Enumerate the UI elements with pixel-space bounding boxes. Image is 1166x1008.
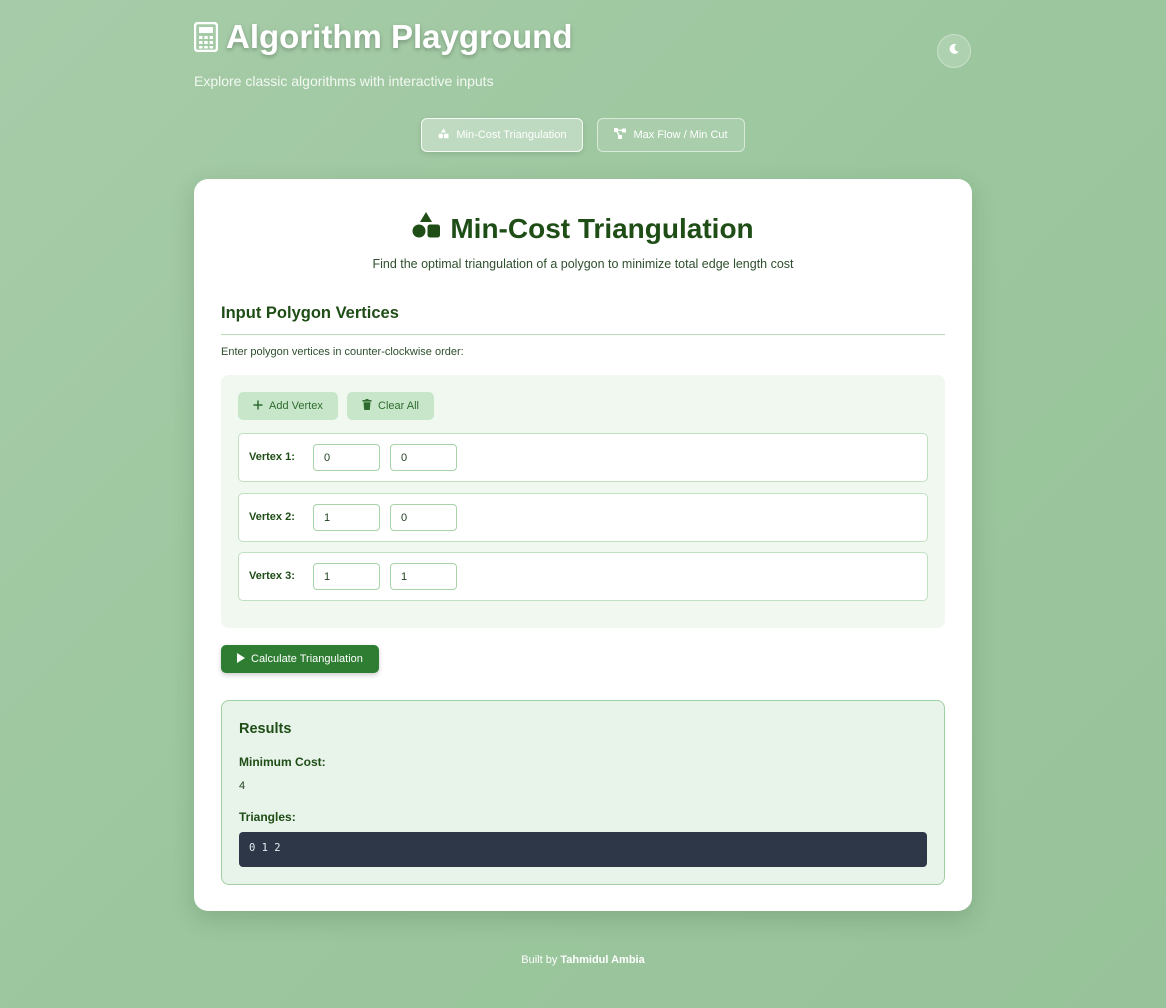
calculate-label: Calculate Triangulation <box>251 653 363 665</box>
app-title: Algorithm Playground <box>194 18 573 56</box>
vertex-label: Vertex 1: <box>249 451 295 463</box>
vertex-row: Vertex 2: <box>238 493 928 542</box>
clear-all-label: Clear All <box>378 400 419 412</box>
algorithm-card: Min-Cost Triangulation Find the optimal … <box>194 179 972 911</box>
shapes-icon <box>438 128 449 142</box>
vertex-x-input[interactable] <box>313 563 380 590</box>
results-panel: Results Minimum Cost: 4 Triangles: 0 1 2 <box>221 700 945 885</box>
calculator-icon <box>194 22 218 52</box>
plus-icon <box>253 400 263 413</box>
app-title-text: Algorithm Playground <box>226 18 573 55</box>
calculate-triangulation-button[interactable]: Calculate Triangulation <box>221 645 379 673</box>
moon-icon <box>948 42 960 60</box>
vertex-y-input[interactable] <box>390 563 457 590</box>
min-cost-value: 4 <box>239 780 246 792</box>
card-title-text: Min-Cost Triangulation <box>450 212 754 244</box>
vertex-input-panel: Add Vertex Clear All Vertex 1: Vertex 2:… <box>221 375 945 628</box>
algorithm-tabs: Min-Cost Triangulation Max Flow / Min Cu… <box>0 118 1166 152</box>
theme-toggle-button[interactable] <box>937 34 971 68</box>
shapes-icon <box>412 212 441 245</box>
vertex-x-input[interactable] <box>313 444 380 471</box>
results-title: Results <box>239 721 292 737</box>
min-cost-label: Minimum Cost: <box>239 755 326 769</box>
card-description: Find the optimal triangulation of a poly… <box>372 257 794 271</box>
vertex-y-input[interactable] <box>390 504 457 531</box>
vertex-row: Vertex 1: <box>238 433 928 482</box>
vertex-label: Vertex 2: <box>249 511 295 523</box>
footer-prefix: Built by <box>521 954 558 966</box>
triangles-output: 0 1 2 <box>239 832 927 867</box>
footer-author: Tahmidul Ambia <box>560 954 645 966</box>
tab-label: Min-Cost Triangulation <box>456 129 567 141</box>
vertex-row: Vertex 3: <box>238 552 928 601</box>
tab-label: Max Flow / Min Cut <box>633 129 728 141</box>
triangles-label: Triangles: <box>239 810 296 824</box>
vertex-x-input[interactable] <box>313 504 380 531</box>
tab-max-flow-min-cut[interactable]: Max Flow / Min Cut <box>597 118 745 152</box>
vertex-y-input[interactable] <box>390 444 457 471</box>
clear-all-button[interactable]: Clear All <box>347 392 434 420</box>
trash-icon <box>362 399 372 413</box>
network-icon <box>614 128 627 142</box>
footer: Built by Tahmidul Ambia <box>0 954 1166 966</box>
add-vertex-button[interactable]: Add Vertex <box>238 392 338 420</box>
instructions-text: Enter polygon vertices in counter-clockw… <box>221 346 464 358</box>
play-icon <box>237 652 245 666</box>
add-vertex-label: Add Vertex <box>269 400 323 412</box>
app-subtitle: Explore classic algorithms with interact… <box>194 73 494 89</box>
card-title: Min-Cost Triangulation <box>194 212 972 245</box>
vertex-label: Vertex 3: <box>249 570 295 582</box>
section-heading: Input Polygon Vertices <box>221 304 945 335</box>
tab-min-cost-triangulation[interactable]: Min-Cost Triangulation <box>421 118 584 152</box>
